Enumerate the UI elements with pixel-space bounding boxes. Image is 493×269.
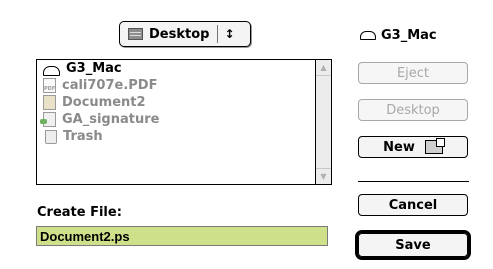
up-down-arrows-icon: ↕ (224, 27, 235, 41)
save-dialog: Desktop ↕ G3_Mac cali707e.PDF Document2 … (0, 0, 493, 269)
new-folder-label: New (383, 139, 415, 155)
eject-button[interactable]: Eject (358, 62, 468, 84)
hard-disk-icon (43, 65, 60, 76)
current-volume: G3_Mac (360, 28, 437, 43)
scroll-up-arrow-icon[interactable]: ▲ (316, 60, 331, 76)
desktop-button[interactable]: Desktop (358, 99, 468, 121)
list-item-label: GA_signature (62, 112, 160, 127)
scroll-down-arrow-icon[interactable]: ▼ (316, 168, 331, 184)
list-item-label: cali707e.PDF (62, 78, 158, 93)
popup-divider (217, 25, 219, 43)
folder-icon (128, 28, 143, 40)
volume-name: G3_Mac (381, 28, 437, 43)
create-file-label: Create File: (37, 205, 122, 220)
save-button[interactable]: Save (358, 233, 468, 257)
list-item-g3-mac[interactable]: G3_Mac (37, 60, 316, 77)
button-divider (358, 181, 469, 182)
new-folder-icon (424, 138, 445, 154)
document-icon (43, 95, 56, 110)
cancel-button[interactable]: Cancel (358, 194, 468, 216)
pdf-file-icon (43, 78, 56, 93)
filename-input[interactable] (36, 226, 328, 246)
alias-file-icon (40, 112, 56, 127)
trash-icon (45, 129, 57, 144)
list-item-trash: Trash (37, 128, 316, 145)
list-item-label: Document2 (62, 95, 146, 110)
list-item-label: Trash (63, 129, 103, 144)
hard-disk-icon (360, 31, 376, 40)
new-folder-button[interactable]: New (358, 136, 468, 158)
file-list[interactable]: G3_Mac cali707e.PDF Document2 GA_signatu… (36, 59, 332, 185)
list-item-cali707e-pdf: cali707e.PDF (37, 77, 316, 94)
file-list-rows: G3_Mac cali707e.PDF Document2 GA_signatu… (37, 60, 316, 184)
list-item-label: G3_Mac (66, 61, 122, 76)
list-item-document2: Document2 (37, 94, 316, 111)
location-popup[interactable]: Desktop ↕ (119, 21, 251, 47)
file-list-scrollbar[interactable]: ▲ ▼ (315, 60, 331, 184)
list-item-ga-signature: GA_signature (37, 111, 316, 128)
location-popup-label: Desktop (149, 26, 210, 42)
